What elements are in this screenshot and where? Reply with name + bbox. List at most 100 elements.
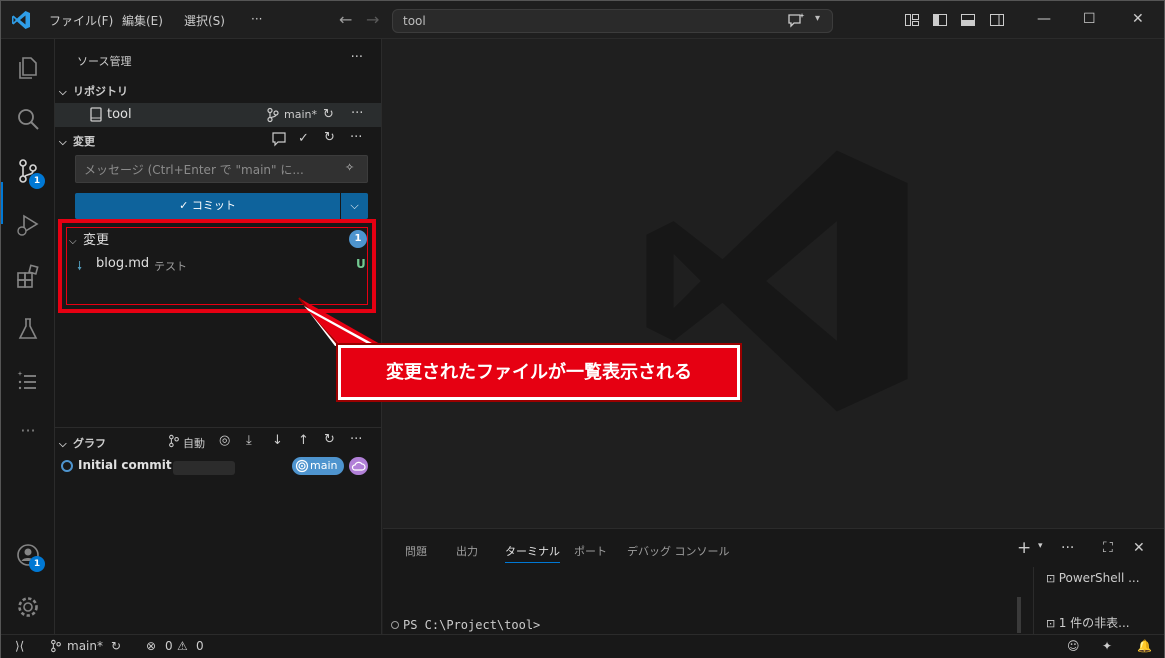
commit-dropdown-button[interactable]: ⌵ <box>341 193 368 219</box>
error-icon[interactable]: ⊗ <box>146 639 156 653</box>
sidebar-more-actions[interactable]: ··· <box>351 50 363 65</box>
refresh-icon[interactable]: ↻ <box>324 130 335 145</box>
search-text: tool <box>403 14 426 28</box>
task-list-icon[interactable] <box>14 367 42 395</box>
check-icon[interactable]: ✓ <box>298 131 309 146</box>
chevron-down-icon: ⌵ <box>59 439 67 450</box>
run-debug-icon[interactable] <box>14 211 42 239</box>
terminal-list: ⊡ PowerShell ... ⊡ 1 件の非表... <box>1033 567 1163 635</box>
chevron-down-icon: ⌵ <box>59 87 67 98</box>
sparkle-icon[interactable]: ✧ <box>345 161 354 174</box>
changed-file-name[interactable]: blog.md <box>96 256 149 271</box>
status-branch[interactable]: main* <box>67 639 103 653</box>
chat-sparkle-icon[interactable] <box>786 12 806 30</box>
chevron-down-icon: ⌵ <box>350 199 359 212</box>
menu-edit[interactable]: 編集(E) <box>122 12 163 29</box>
scm-badge: 1 <box>29 173 45 189</box>
panel-more-icon[interactable]: ··· <box>1061 540 1074 556</box>
target-icon[interactable]: ◎ <box>219 433 230 448</box>
changes-section-header[interactable]: ⌵ 変更 <box>59 133 95 149</box>
sync-icon[interactable]: ↻ <box>323 107 334 122</box>
push-icon[interactable]: ↑ <box>298 433 309 448</box>
new-terminal-icon[interactable]: + <box>1017 538 1031 558</box>
commit-button[interactable]: ✓ コミット <box>75 193 340 219</box>
fetch-icon[interactable]: ⤓ <box>246 433 252 448</box>
graph-section-header[interactable]: ⌵ グラフ <box>59 435 106 451</box>
chevron-down-icon[interactable]: ▾ <box>1038 541 1043 551</box>
sparkle-icon[interactable]: ✦ <box>1102 639 1112 653</box>
minimize-icon[interactable]: — <box>1037 11 1051 27</box>
copilot-icon[interactable]: ☺ <box>1067 639 1080 653</box>
graph-auto-label[interactable]: 自動 <box>183 435 205 451</box>
check-icon: ✓ <box>179 199 192 212</box>
terminal-powershell-label: PowerShell ... <box>1058 571 1140 585</box>
status-errors[interactable]: 0 <box>165 639 173 653</box>
commit-message[interactable]: Initial commit <box>78 458 172 472</box>
toggle-primary-sidebar-icon[interactable] <box>932 12 948 28</box>
changes-group-header[interactable]: ⌵ 変更 <box>69 229 109 248</box>
terminal-scrollbar[interactable] <box>1017 597 1021 633</box>
repository-row[interactable]: tool main* ↻ ··· <box>55 103 381 127</box>
status-warnings[interactable]: 0 <box>196 639 204 653</box>
repositories-label: リポジトリ <box>73 85 128 98</box>
terminal-hidden-item[interactable]: ⊡ 1 件の非表... <box>1046 614 1130 631</box>
terminal-prompt: PS C:\Project\tool> <box>403 618 541 632</box>
more-views-icon[interactable]: ··· <box>14 421 42 449</box>
status-sync-icon[interactable]: ↻ <box>111 639 121 653</box>
vscode-logo-icon <box>12 11 30 29</box>
repo-name: tool <box>107 107 132 122</box>
commit-node-icon <box>61 460 73 472</box>
forward-arrow-icon[interactable]: → <box>366 10 379 29</box>
command-center-search[interactable]: tool ▾ <box>392 9 833 33</box>
repo-more-icon[interactable]: ··· <box>351 106 363 121</box>
chevron-down-icon: ⌵ <box>69 236 77 247</box>
commit-message-input[interactable]: メッセージ (Ctrl+Enter で "main" に... <box>75 155 368 183</box>
commit-button-label: コミット <box>191 199 236 212</box>
target-icon <box>295 459 309 473</box>
tab-terminal[interactable]: ターミナル <box>505 543 560 563</box>
title-bar: ファイル(F) 編集(E) 選択(S) ··· ← → tool ▾ — ☐ ✕ <box>1 1 1164 39</box>
chevron-down-icon: ⌵ <box>59 137 67 148</box>
toggle-panel-icon[interactable] <box>960 12 976 28</box>
branch-pill-label: main <box>310 459 338 472</box>
maximize-icon[interactable]: ☐ <box>1083 11 1096 27</box>
markdown-file-icon: 🠗 <box>77 259 83 273</box>
branch-icon <box>169 434 179 448</box>
search-icon[interactable] <box>14 105 42 133</box>
settings-gear-icon[interactable] <box>14 593 42 621</box>
menu-more[interactable]: ··· <box>251 12 262 26</box>
graph-more-icon[interactable]: ··· <box>350 432 362 447</box>
chat-icon[interactable] <box>271 131 287 147</box>
warning-icon[interactable]: ⚠ <box>177 639 188 653</box>
chevron-down-icon[interactable]: ▾ <box>815 13 820 24</box>
tab-ports[interactable]: ポート <box>574 543 607 559</box>
menu-file[interactable]: ファイル(F) <box>49 12 113 29</box>
vscode-window: ファイル(F) 編集(E) 選択(S) ··· ← → tool ▾ — ☐ ✕ <box>0 0 1165 658</box>
terminal-powershell-item[interactable]: ⊡ PowerShell ... <box>1046 571 1140 585</box>
pull-icon[interactable]: ↓ <box>272 433 283 448</box>
toggle-secondary-sidebar-icon[interactable] <box>989 12 1005 28</box>
maximize-panel-icon[interactable]: ⛶ <box>1103 540 1113 556</box>
back-arrow-icon[interactable]: ← <box>339 10 352 29</box>
tab-problems[interactable]: 問題 <box>405 543 427 559</box>
menu-select[interactable]: 選択(S) <box>184 12 225 29</box>
changed-file-description: テスト <box>154 260 187 273</box>
redacted-author <box>173 461 235 475</box>
explorer-icon[interactable] <box>14 53 42 81</box>
tab-output[interactable]: 出力 <box>456 543 478 559</box>
remote-icon[interactable]: ⟩⟨ <box>15 639 24 653</box>
repo-branch[interactable]: main* <box>284 108 317 121</box>
close-icon[interactable]: ✕ <box>1132 11 1144 27</box>
repositories-section-header[interactable]: ⌵ リポジトリ <box>59 83 128 99</box>
terminal-prompt-line[interactable]: PS C:\Project\tool> <box>391 618 540 632</box>
customize-layout-icon[interactable] <box>904 12 920 28</box>
notifications-bell-icon[interactable]: 🔔 <box>1137 639 1152 653</box>
close-panel-icon[interactable]: ✕ <box>1133 540 1145 556</box>
graph-separator <box>55 427 381 428</box>
refresh-icon[interactable]: ↻ <box>324 432 335 447</box>
changes-more-icon[interactable]: ··· <box>350 130 362 145</box>
terminal-hidden-label: 1 件の非表... <box>1058 616 1130 630</box>
extensions-icon[interactable] <box>14 263 42 291</box>
testing-flask-icon[interactable] <box>14 315 42 343</box>
tab-debug-console[interactable]: デバッグ コンソール <box>627 543 730 559</box>
